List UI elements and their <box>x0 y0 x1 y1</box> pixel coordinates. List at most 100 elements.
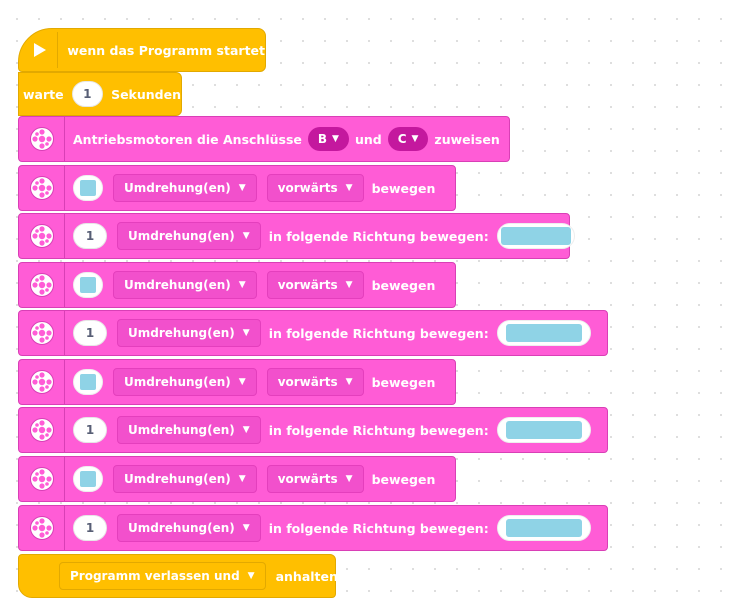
speed-value-swatch <box>80 180 96 196</box>
motor-pair-icon <box>19 166 65 210</box>
assign-motor-ports-block[interactable]: Antriebsmotoren die Anschlüsse B ▼ und C ▼… <box>18 116 510 162</box>
unit-label: Umdrehung(en) <box>128 423 235 437</box>
start-program-block[interactable]: wenn das Programm startet <box>18 28 266 72</box>
chevron-down-icon: ▼ <box>411 134 419 144</box>
steer-label: in folgende Richtung bewegen: <box>268 422 489 438</box>
direction-label: vorwärts <box>277 375 338 389</box>
motor-steer-block[interactable]: 1 Umdrehung(en) ▼ in folgende Richtung bewe… <box>18 310 608 356</box>
steering-input[interactable] <box>496 320 591 346</box>
motor-steer-block[interactable]: 1 Umdrehung(en) ▼ in folgende Richtung bewe… <box>18 407 608 453</box>
motor-pair-icon <box>19 360 65 404</box>
stop-suffix-label: anhalten <box>275 568 338 584</box>
motor-move-block[interactable]: Umdrehung(en) ▼ vorwärts ▼ bewegen <box>18 262 456 308</box>
unit-dropdown[interactable]: Umdrehung(en) ▼ <box>117 222 261 250</box>
port-c-label: C <box>397 132 407 146</box>
direction-dropdown[interactable]: vorwärts ▼ <box>266 271 364 299</box>
chevron-down-icon: ▼ <box>345 280 353 290</box>
steer-label: in folgende Richtung bewegen: <box>268 228 489 244</box>
unit-label: Umdrehung(en) <box>124 375 231 389</box>
wait-suffix-label: Sekunden <box>111 86 181 102</box>
motor-pair-icon <box>19 311 65 355</box>
assign-prefix-label: Antriebsmotoren die Anschlüsse <box>73 131 302 147</box>
direction-label: vorwärts <box>277 181 338 195</box>
wait-prefix-label: warte <box>23 86 64 102</box>
unit-dropdown[interactable]: Umdrehung(en) ▼ <box>117 514 261 542</box>
speed-value-swatch <box>80 471 96 487</box>
chevron-down-icon: ▼ <box>247 571 255 581</box>
chevron-down-icon: ▼ <box>242 523 250 533</box>
assign-middle-label: und <box>354 131 382 147</box>
chevron-down-icon: ▼ <box>345 183 353 193</box>
direction-dropdown[interactable]: vorwärts ▼ <box>266 465 364 493</box>
steering-value-swatch <box>505 519 582 537</box>
steering-input[interactable] <box>496 223 575 249</box>
speed-input[interactable] <box>73 466 103 492</box>
play-flag-icon <box>23 32 57 68</box>
unit-label: Umdrehung(en) <box>124 278 231 292</box>
port-b-label: B <box>317 132 328 146</box>
motor-pair-icon <box>19 506 65 550</box>
speed-value-swatch <box>80 374 96 390</box>
amount-input[interactable]: 1 <box>73 515 107 541</box>
unit-dropdown[interactable]: Umdrehung(en) ▼ <box>117 319 261 347</box>
chevron-down-icon: ▼ <box>242 328 250 338</box>
chevron-down-icon: ▼ <box>345 474 353 484</box>
stop-option-dropdown[interactable]: Programm verlassen und ▼ <box>59 562 266 590</box>
block-separator <box>56 32 58 68</box>
chevron-down-icon: ▼ <box>242 425 250 435</box>
unit-dropdown[interactable]: Umdrehung(en) ▼ <box>113 271 257 299</box>
amount-input[interactable]: 1 <box>73 320 107 346</box>
steer-label: in folgende Richtung bewegen: <box>268 520 489 536</box>
direction-label: vorwärts <box>277 472 338 486</box>
chevron-down-icon: ▼ <box>238 474 246 484</box>
steering-input[interactable] <box>496 515 591 541</box>
unit-label: Umdrehung(en) <box>128 326 235 340</box>
port-b-dropdown[interactable]: B ▼ <box>307 127 349 151</box>
steering-input[interactable] <box>496 417 591 443</box>
chevron-down-icon: ▼ <box>345 377 353 387</box>
motor-move-block[interactable]: Umdrehung(en) ▼ vorwärts ▼ bewegen <box>18 456 456 502</box>
port-c-dropdown[interactable]: C ▼ <box>387 127 429 151</box>
motor-pair-icon <box>19 408 65 452</box>
motor-steer-block[interactable]: 1 Umdrehung(en) ▼ in folgende Richtung bewe… <box>18 505 608 551</box>
amount-input[interactable]: 1 <box>73 417 107 443</box>
speed-input[interactable] <box>73 175 103 201</box>
motor-pair-icon <box>19 117 65 161</box>
speed-input[interactable] <box>73 369 103 395</box>
chevron-down-icon: ▼ <box>238 183 246 193</box>
unit-label: Umdrehung(en) <box>124 181 231 195</box>
wait-seconds-block[interactable]: warte 1 Sekunden <box>18 72 182 116</box>
start-block-label: wenn das Programm startet <box>67 42 265 58</box>
amount-input[interactable]: 1 <box>73 223 107 249</box>
chevron-down-icon: ▼ <box>332 134 339 144</box>
direction-dropdown[interactable]: vorwärts ▼ <box>266 174 364 202</box>
motor-pair-icon <box>19 214 65 258</box>
steering-value-swatch <box>505 324 582 342</box>
steering-value-swatch <box>505 421 582 439</box>
motor-pair-icon <box>19 263 65 307</box>
move-suffix-label: bewegen <box>371 277 436 293</box>
wait-seconds-input[interactable]: 1 <box>71 81 104 107</box>
unit-dropdown[interactable]: Umdrehung(en) ▼ <box>117 416 261 444</box>
motor-pair-icon <box>19 457 65 501</box>
unit-dropdown[interactable]: Umdrehung(en) ▼ <box>113 368 257 396</box>
move-suffix-label: bewegen <box>371 471 436 487</box>
unit-dropdown[interactable]: Umdrehung(en) ▼ <box>113 465 257 493</box>
chevron-down-icon: ▼ <box>238 280 246 290</box>
code-canvas[interactable]: wenn das Programm startet warte 1 Sekund… <box>0 0 741 603</box>
unit-label: Umdrehung(en) <box>128 229 235 243</box>
speed-input[interactable] <box>73 272 103 298</box>
motor-move-block[interactable]: Umdrehung(en) ▼ vorwärts ▼ bewegen <box>18 359 456 405</box>
steering-value-swatch <box>500 227 571 245</box>
motor-steer-block[interactable]: 1 Umdrehung(en) ▼ in folgende Richtung bewe… <box>18 213 575 259</box>
direction-label: vorwärts <box>277 278 338 292</box>
motor-move-block[interactable]: Umdrehung(en) ▼ vorwärts ▼ bewegen <box>18 165 456 211</box>
unit-dropdown[interactable]: Umdrehung(en) ▼ <box>113 174 257 202</box>
direction-dropdown[interactable]: vorwärts ▼ <box>266 368 364 396</box>
chevron-down-icon: ▼ <box>242 231 250 241</box>
stop-program-block[interactable]: Programm verlassen und ▼ anhalten <box>18 554 338 598</box>
steer-label: in folgende Richtung bewegen: <box>268 325 489 341</box>
unit-label: Umdrehung(en) <box>124 472 231 486</box>
unit-label: Umdrehung(en) <box>128 521 235 535</box>
chevron-down-icon: ▼ <box>238 377 246 387</box>
